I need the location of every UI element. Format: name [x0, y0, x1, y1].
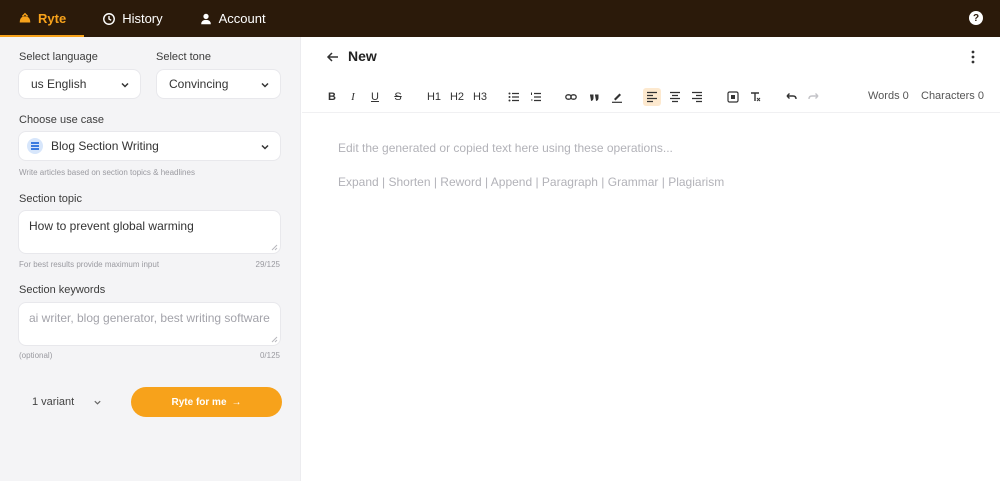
align-left-button[interactable]	[643, 88, 661, 106]
embed-icon	[727, 91, 739, 103]
heading-3-button[interactable]: H3	[471, 88, 489, 106]
ryte-for-me-button[interactable]: Ryte for me →	[131, 387, 282, 417]
history-icon	[103, 12, 116, 25]
tab-ryte-label: Ryte	[38, 11, 67, 26]
bullet-list-button[interactable]	[507, 88, 521, 106]
character-count: Characters 0	[921, 90, 984, 102]
chevron-down-icon	[94, 400, 101, 405]
align-center-button[interactable]	[668, 88, 682, 106]
quote-icon	[590, 94, 599, 101]
keywords-label: Section keywords	[19, 284, 106, 296]
tone-value: Convincing	[169, 77, 229, 91]
document-icon	[27, 138, 43, 154]
use-case-label: Choose use case	[19, 114, 104, 126]
keywords-char-count: 0/125	[259, 351, 280, 360]
highlighter-icon	[612, 93, 622, 103]
topic-input[interactable]: How to prevent global warming	[18, 210, 281, 254]
bold-button[interactable]: B	[326, 88, 338, 106]
undo-icon	[786, 93, 797, 100]
undo-button[interactable]	[784, 88, 798, 106]
resize-grip-icon[interactable]	[271, 336, 278, 343]
tab-account[interactable]: Account	[181, 0, 284, 37]
use-case-value: Blog Section Writing	[51, 139, 159, 153]
topic-hint: For best results provide maximum input	[19, 260, 160, 269]
keywords-placeholder: ai writer, blog generator, best writing …	[29, 311, 270, 325]
keywords-input[interactable]: ai writer, blog generator, best writing …	[18, 302, 281, 346]
link-button[interactable]	[564, 88, 578, 106]
ryte-button-label: Ryte for me	[171, 396, 227, 408]
align-left-icon	[647, 91, 657, 103]
resize-grip-icon[interactable]	[271, 244, 278, 251]
variant-value: 1 variant	[32, 396, 75, 408]
bullet-list-icon	[508, 92, 519, 102]
align-center-icon	[670, 91, 680, 103]
tone-label: Select tone	[156, 51, 212, 63]
editor-placeholder[interactable]: Edit the generated or copied text here u…	[338, 141, 673, 155]
numbered-list-button[interactable]	[529, 88, 543, 106]
heading-1-button[interactable]: H1	[425, 88, 443, 106]
chevron-down-icon	[121, 82, 129, 88]
align-right-button[interactable]	[690, 88, 704, 106]
tab-ryte[interactable]: Ryte	[0, 0, 85, 37]
quote-button[interactable]	[587, 88, 601, 106]
back-arrow-icon[interactable]	[326, 50, 340, 64]
variant-select[interactable]: 1 variant	[18, 388, 114, 416]
sidebar: Select language us English Select tone C…	[0, 37, 301, 481]
topic-char-count: 29/125	[255, 260, 280, 269]
word-count: Words 0	[868, 90, 909, 102]
editor-panel: New B I U S H1 H2 H3 Words 0 Characters …	[302, 37, 1000, 481]
align-right-icon	[692, 91, 702, 103]
chevron-down-icon	[261, 144, 269, 150]
numbered-list-icon	[531, 92, 541, 102]
embed-button[interactable]	[726, 88, 740, 106]
more-options-icon[interactable]	[971, 50, 975, 64]
chevron-down-icon	[261, 82, 269, 88]
account-icon	[200, 13, 211, 24]
language-select[interactable]: us English	[18, 69, 141, 99]
highlight-button[interactable]	[610, 88, 624, 106]
tab-history[interactable]: History	[84, 0, 180, 37]
tone-select[interactable]: Convincing	[156, 69, 281, 99]
use-case-select[interactable]: Blog Section Writing	[18, 131, 281, 161]
use-case-hint: Write articles based on section topics &…	[19, 168, 195, 177]
heading-2-button[interactable]: H2	[448, 88, 466, 106]
keywords-hint: (optional)	[19, 351, 53, 360]
topic-value: How to prevent global warming	[29, 219, 194, 233]
arrow-right-icon: →	[231, 396, 242, 408]
clear-format-icon	[751, 92, 761, 102]
top-nav: Ryte History Account ?	[0, 0, 1000, 37]
tab-account-label: Account	[218, 11, 266, 26]
italic-button[interactable]: I	[348, 88, 358, 106]
redo-icon	[808, 93, 819, 100]
ryte-logo-icon	[19, 12, 31, 22]
tab-history-label: History	[122, 11, 163, 26]
help-icon[interactable]: ?	[969, 11, 983, 25]
underline-button[interactable]: U	[369, 88, 381, 106]
topic-label: Section topic	[19, 193, 82, 205]
redo-button[interactable]	[807, 88, 821, 106]
clear-format-button[interactable]	[748, 88, 762, 106]
document-title: New	[348, 48, 377, 64]
language-value: us English	[31, 77, 87, 91]
language-label: Select language	[19, 51, 98, 63]
formatting-toolbar: B I U S H1 H2 H3 Words 0 Characters 0	[302, 81, 1000, 113]
editor-operations-hint: Expand | Shorten | Reword | Append | Par…	[338, 175, 725, 189]
link-icon	[565, 94, 577, 100]
strikethrough-button[interactable]: S	[392, 88, 404, 106]
